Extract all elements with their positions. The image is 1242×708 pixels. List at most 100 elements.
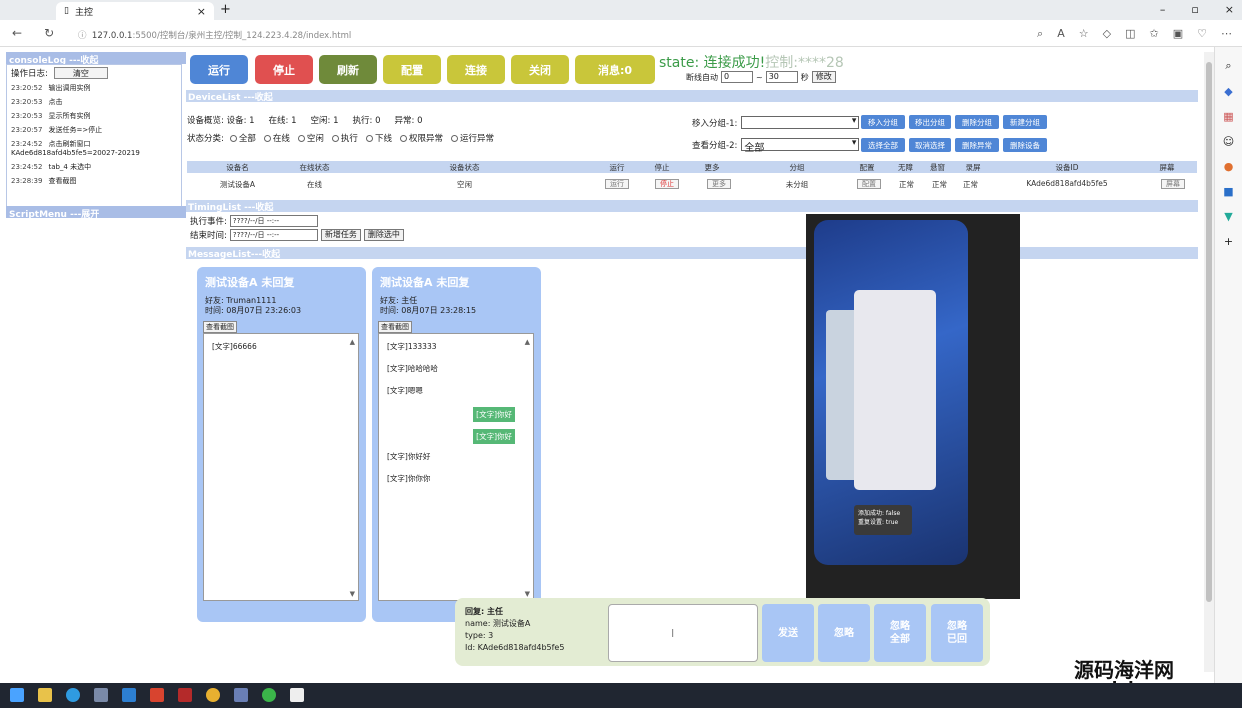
message-list-header[interactable]: MessageList---收起 [186,247,1198,260]
scroll-up-icon[interactable]: ▲ [525,338,530,346]
reply-action-button[interactable]: 忽略 全部 [874,604,926,662]
app-icon[interactable] [94,688,108,702]
clear-button[interactable]: 清空 [53,67,108,79]
extension-icon[interactable]: ◇ [1103,27,1111,41]
group-button[interactable]: 选择全部 [861,138,905,152]
message-title: 测试设备A 未回复 [380,276,470,289]
taskbar-icons [10,688,304,702]
end-time-input[interactable]: ????/--/日 --:-- [229,229,318,241]
row-stop-button[interactable]: 停止 [655,179,679,189]
action-button[interactable]: 消息:0 [575,55,655,84]
group-button[interactable]: 新建分组 [1003,115,1047,129]
minimize-icon[interactable]: – [1160,3,1166,16]
log-message: 发送任务=>停止 [48,126,103,134]
windows-start-icon[interactable] [10,688,24,702]
close-tab-icon[interactable]: × [197,5,206,18]
start-time-input[interactable]: ????/--/日 --:-- [229,215,318,227]
table-header-cell: 设备ID [1055,163,1079,172]
search-icon[interactable]: ⌕ [1215,59,1242,73]
action-button[interactable]: 配置 [383,55,441,84]
retry-to-input[interactable]: 30 [765,71,798,83]
retry-from-input[interactable]: 0 [721,71,753,83]
edge-icon[interactable] [66,688,80,702]
reply-action-button[interactable]: 忽略 已回 [931,604,983,662]
vscode-icon[interactable] [122,688,136,702]
filter-option[interactable]: 下线 [365,132,392,144]
delete-selected-button[interactable]: 删除选中 [363,229,404,241]
circle-icon[interactable]: ● [1215,160,1242,173]
group-button[interactable]: 删除异常 [955,138,999,152]
split-icon[interactable]: ◫ [1125,27,1135,41]
add-task-button[interactable]: 新增任务 [320,229,361,241]
performance-icon[interactable]: ♡ [1197,27,1207,41]
action-button[interactable]: 关闭 [511,55,569,84]
wps-icon[interactable] [150,688,164,702]
filter-option[interactable]: 全部 [229,132,256,144]
favorites-icon[interactable]: ✩ [1150,27,1159,41]
tag-icon[interactable]: ◆ [1215,85,1242,98]
more-icon[interactable]: ⋯ [1221,27,1232,41]
browser-tab[interactable]: ▯ 主控 × [56,2,214,20]
view-screenshot-button[interactable]: 查看截图 [378,321,412,333]
console-log-header[interactable]: consoleLog ---收起 [6,52,186,66]
zoom-icon[interactable]: ⌕ [1037,27,1043,41]
view-group: 查看分组-2: 全部 [692,138,860,154]
scroll-up-icon[interactable]: ▲ [350,338,355,346]
outlook-icon[interactable]: ■ [1215,185,1242,198]
reply-action-button[interactable]: 忽略 [818,604,870,662]
script-menu-header[interactable]: ScriptMenu ---展开 [6,206,186,220]
drop-icon[interactable]: ▼ [1215,210,1242,223]
url-field[interactable]: ⓘ 127.0.0.1:5500/控制台/泉州主控/控制_124.223.4.2… [78,29,351,41]
action-button[interactable]: 连接 [447,55,505,84]
action-button[interactable]: 刷新 [319,55,377,84]
row-config-button[interactable]: 配置 [857,179,881,189]
row-run-button[interactable]: 运行 [605,179,629,189]
log-entry: 23:28:39 查看截图 [11,177,177,186]
bag-icon[interactable]: ▦ [1215,110,1242,123]
close-window-icon[interactable]: × [1225,3,1234,16]
reply-input[interactable]: I [608,604,758,662]
action-button[interactable]: 停止 [255,55,313,84]
filter-option[interactable]: 在线 [263,132,290,144]
retry-modify-button[interactable]: 修改 [811,71,836,83]
file-explorer-icon[interactable] [38,688,52,702]
move-group-select[interactable] [741,116,860,129]
restore-icon[interactable]: ▫ [1191,3,1198,16]
refresh-icon[interactable]: ↻ [44,26,54,40]
table-header-cell: 无障 [898,163,913,172]
filter-option[interactable]: 权限异常 [399,132,443,144]
group-button[interactable]: 移入分组 [861,115,905,129]
row-more-button[interactable]: 更多 [707,179,731,189]
table-header-cell: 录屏 [965,163,981,172]
add-icon[interactable]: + [1215,235,1242,248]
chrome-icon[interactable] [206,688,220,702]
timing-list-header[interactable]: TimingList ---收起 [186,200,1198,213]
app2-icon[interactable] [178,688,192,702]
new-tab-icon[interactable]: + [220,2,231,17]
row-screen-button[interactable]: 屏幕 [1161,179,1185,189]
scroll-down-icon[interactable]: ▼ [350,590,355,598]
page-scrollbar[interactable] [1204,52,1214,672]
group-button[interactable]: 取消选择 [909,138,951,152]
read-aloud-icon[interactable]: A [1057,27,1065,41]
device-list-header[interactable]: DeviceList ---收起 [186,90,1198,103]
app4-icon[interactable] [290,688,304,702]
group-button[interactable]: 删除设备 [1003,138,1047,152]
reply-action-button[interactable]: 发送 [762,604,814,662]
group-button[interactable]: 删除分组 [955,115,999,129]
favorite-icon[interactable]: ☆ [1079,27,1089,41]
filter-option[interactable]: 空闲 [297,132,324,144]
group-button[interactable]: 移出分组 [909,115,951,129]
action-button[interactable]: 运行 [190,55,248,84]
people-icon[interactable]: ☺ [1215,135,1242,148]
collections-icon[interactable]: ▣ [1173,27,1183,41]
wechat-icon[interactable] [262,688,276,702]
back-icon[interactable]: ← [12,26,22,40]
scroll-down-icon[interactable]: ▼ [525,590,530,598]
device-group: 未分组 [785,180,809,189]
filter-option[interactable]: 执行 [331,132,358,144]
filter-option[interactable]: 运行异常 [450,132,494,144]
app3-icon[interactable] [234,688,248,702]
view-screenshot-button[interactable]: 查看截图 [203,321,237,333]
view-group-select[interactable]: 全部 [741,138,860,154]
